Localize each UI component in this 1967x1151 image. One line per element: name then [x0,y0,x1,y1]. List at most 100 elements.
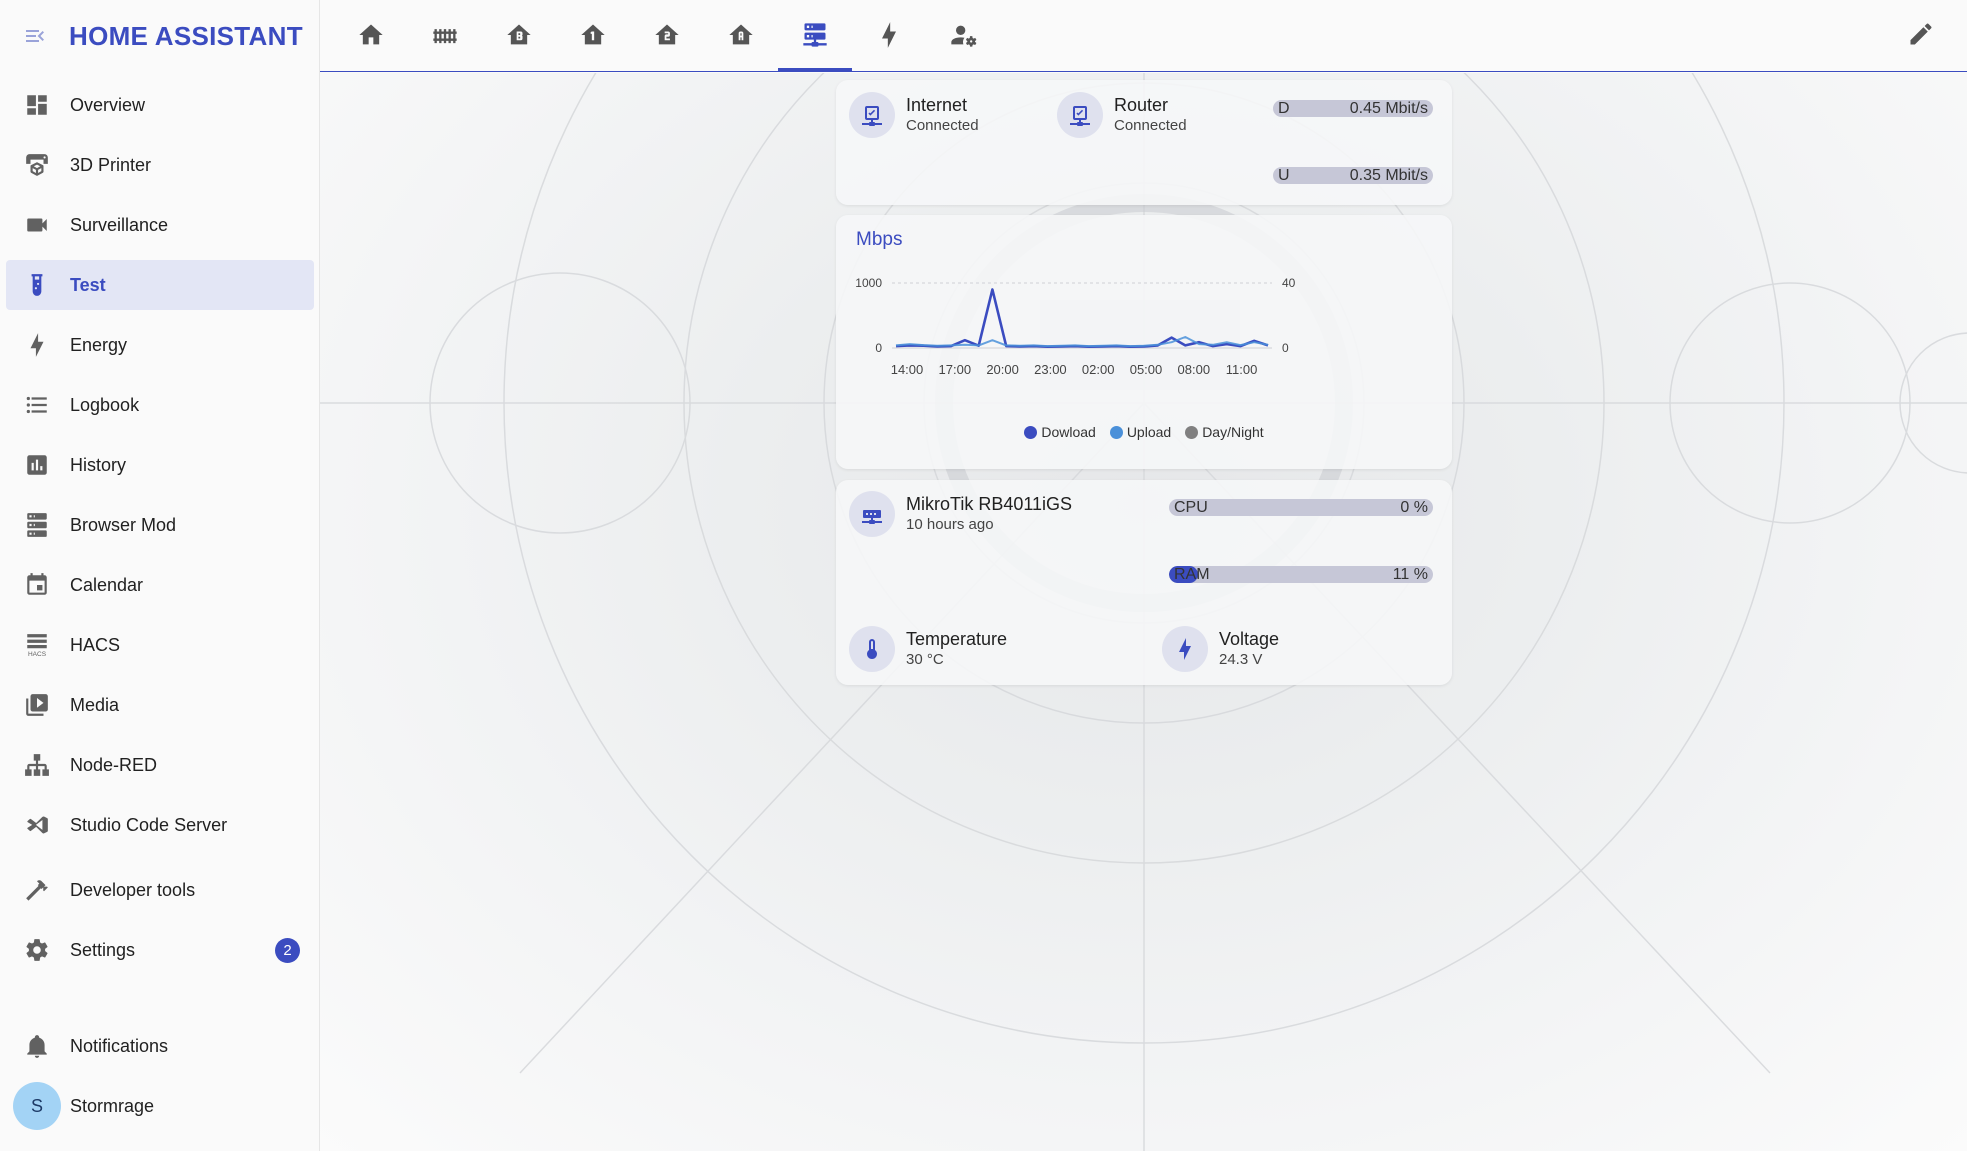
legend-item-upload[interactable]: Upload [1109,424,1172,440]
download-label: D [1278,100,1290,117]
sidebar-item-logbook[interactable]: Logbook [6,380,314,430]
router-info-card: MikroTik RB4011iGS 10 hours ago CPU 0 % … [836,480,1452,685]
sidebar-item-label: Developer tools [70,879,196,900]
internet-state: Connected [906,117,979,134]
device-entity-icon[interactable] [849,491,895,537]
sidebar-item-energy[interactable]: Energy [6,320,314,370]
sidebar-item-settings[interactable]: Settings 2 [6,925,314,975]
legend-dot [1024,425,1038,439]
sidebar-item-profile[interactable]: S Stormrage [6,1081,314,1131]
download-value: 0.45 Mbit/s [1349,100,1428,117]
download-bar[interactable]: D 0.45 Mbit/s [1273,100,1433,117]
tab-admin[interactable] [926,0,1000,70]
internet-name: Internet [906,95,968,115]
sidebar-item-node-red[interactable]: Node-RED [6,740,314,790]
sidebar-item-overview[interactable]: Overview [6,80,314,130]
pencil-icon [1910,23,1932,45]
bandwidth-chart[interactable]: 1000 0 40 0 14:00 17:00 20:00 23:00 02:00 05:00 08… [836,215,1452,415]
sidebar-item-test[interactable]: Test [6,260,314,310]
device-name: MikroTik RB4011iGS [906,494,1073,514]
tab-network[interactable] [778,0,852,71]
test-tube-icon [31,274,43,296]
sidebar-item-label: HACS [70,634,121,655]
edit-dashboard-button[interactable] [1907,20,1937,50]
x-tick-label: 20:00 [986,362,1019,377]
sidebar-item-label: Surveillance [70,214,169,235]
cpu-bar[interactable]: CPU 0 % [1169,499,1433,516]
y-left-tick-label: 0 [875,341,882,355]
tab-floor-b[interactable] [482,0,556,70]
tab-floor-a[interactable] [704,0,778,70]
sidebar-item-label: Studio Code Server [70,814,228,835]
bandwidth-chart-card[interactable]: Mbps 1000 0 40 0 14:00 17:00 20:00 23:00 02:00 05… [836,215,1452,469]
sidebar-header: HOME ASSISTANT [0,0,319,72]
sidebar-item-media[interactable]: Media [6,680,314,730]
voltage-state: 24.3 V [1219,651,1263,668]
lightning-bolt-icon [1179,638,1191,660]
sidebar-item-label: Overview [70,94,146,115]
hacs-icon: HACS [27,634,47,658]
sidebar-item-label: Media [70,694,120,715]
ram-bar[interactable]: RAM 11 % [1169,566,1433,583]
x-tick-label: 05:00 [1130,362,1163,377]
legend-item-day-night[interactable]: Day/Night [1185,424,1264,440]
fence-icon [433,29,457,44]
cog-icon [26,939,48,961]
x-tick-label: 08:00 [1178,362,1211,377]
x-tick-label: 23:00 [1034,362,1067,377]
dashboard-view: Internet Connected Router Connected D 0.… [320,73,1967,1151]
legend-dot [1185,425,1199,439]
bell-icon [27,1035,47,1058]
sidebar-item-3d-printer[interactable]: 3D Printer [6,140,314,190]
upload-label: U [1278,167,1290,184]
cpu-label: CPU [1174,499,1208,516]
x-tick-label: 02:00 [1082,362,1115,377]
tab-fence[interactable] [408,0,482,70]
sidebar-item-studio-code-server[interactable]: Studio Code Server [6,800,314,850]
sidebar-item-label: Notifications [70,1035,169,1056]
temperature-state: 30 °C [906,651,944,668]
sidebar-item-developer-tools[interactable]: Developer tools [6,865,314,915]
sidebar-item-label: Energy [70,334,128,355]
sidebar-item-surveillance[interactable]: Surveillance [6,200,314,250]
hammer-icon [26,880,48,901]
tab-floor-2[interactable] [630,0,704,70]
sidebar-item-browser-mod[interactable]: Browser Mod [6,500,314,550]
sidebar-item-label: Test [70,274,106,295]
upload-bar[interactable]: U 0.35 Mbit/s [1273,167,1433,184]
sidebar-item-calendar[interactable]: Calendar [6,560,314,610]
app-title: HOME ASSISTANT [69,20,303,51]
chart-box-icon [27,455,47,475]
tab-floor-1[interactable] [556,0,630,70]
sidebar-item-label: Node-RED [70,754,158,775]
sidebar-item-label: 3D Printer [70,154,152,175]
server-icon [27,513,47,537]
sidebar: HOME ASSISTANT Overview 3D Printer Surve… [0,0,320,1151]
svg-text:HACS: HACS [28,651,47,658]
vscode-icon [27,816,48,834]
user-name: Stormrage [70,1095,155,1116]
voltage-entity-icon[interactable] [1162,626,1208,672]
tab-home[interactable] [334,0,408,70]
legend-label: Upload [1126,424,1172,440]
legend-label: Day/Night [1202,424,1264,440]
router-name: Router [1114,95,1169,115]
temperature-entity-icon[interactable] [849,626,895,672]
lightning-bolt-icon [30,333,44,357]
home-floor-a-icon [729,24,753,45]
x-tick-label: 14:00 [891,362,924,377]
sidebar-item-notifications[interactable]: Notifications [6,1021,314,1071]
home-floor-2-icon [655,24,679,45]
home-icon [359,24,383,45]
sidebar-item-label: Calendar [70,574,144,595]
sidebar-item-hacs[interactable]: HACS HACS [6,620,314,670]
menu-collapse-button[interactable] [22,23,48,49]
internet-entity-icon[interactable] [849,92,895,138]
tab-energy[interactable] [852,0,926,70]
series-line-dowload[interactable] [895,288,1269,348]
legend-item-download[interactable]: Dowload [1024,424,1096,440]
series-line-upload[interactable] [895,336,1269,348]
sidebar-item-history[interactable]: History [6,440,314,490]
router-entity-icon[interactable] [1057,92,1103,138]
network-check-icon [1070,106,1090,126]
